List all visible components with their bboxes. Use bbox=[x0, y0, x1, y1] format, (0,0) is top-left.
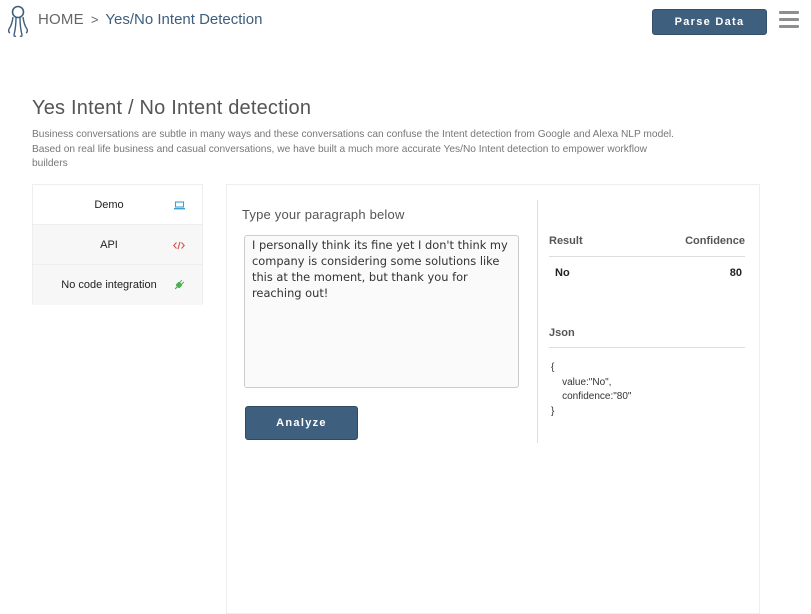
page-title: Yes Intent / No Intent detection bbox=[32, 97, 312, 119]
vertical-divider bbox=[537, 200, 538, 443]
result-table-row: No 80 bbox=[555, 267, 742, 279]
sidebar-item-label: API bbox=[100, 238, 118, 251]
breadcrumb-current: Yes/No Intent Detection bbox=[105, 11, 263, 28]
top-header: HOME > Yes/No Intent Detection Parse Dat… bbox=[0, 0, 811, 44]
paragraph-input[interactable]: I personally think its fine yet I don't … bbox=[244, 235, 519, 388]
sidebar-item-no-code-integration[interactable]: No code integration bbox=[33, 265, 202, 305]
hamburger-menu-icon[interactable] bbox=[779, 11, 799, 29]
result-column-header: Result bbox=[549, 235, 583, 247]
analyze-button[interactable]: Analyze bbox=[245, 406, 358, 440]
result-header-divider bbox=[549, 256, 745, 257]
sidebar-item-label: Demo bbox=[94, 198, 124, 211]
result-value: No bbox=[555, 267, 570, 279]
octopus-logo-icon[interactable] bbox=[7, 5, 29, 38]
paragraph-input-label: Type your paragraph below bbox=[242, 207, 405, 222]
sidebar-item-api[interactable]: API bbox=[33, 225, 202, 265]
json-divider bbox=[549, 347, 745, 348]
laptop-icon bbox=[172, 198, 186, 212]
json-section-label: Json bbox=[549, 327, 575, 339]
confidence-value: 80 bbox=[729, 267, 742, 279]
page-description: Business conversations are subtle in man… bbox=[32, 129, 674, 169]
sidebar-item-demo[interactable]: Demo bbox=[33, 185, 202, 225]
breadcrumb-home-link[interactable]: HOME bbox=[38, 11, 84, 28]
sidebar-item-label: No code integration bbox=[61, 279, 157, 291]
plug-icon bbox=[172, 278, 186, 292]
breadcrumb: HOME > Yes/No Intent Detection bbox=[38, 11, 262, 28]
breadcrumb-separator: > bbox=[90, 12, 99, 27]
sidebar: Demo API No code integration bbox=[32, 184, 203, 305]
json-output: { value:"No", confidence:"80" } bbox=[551, 362, 632, 417]
demo-panel: Type your paragraph below I personally t… bbox=[226, 184, 760, 614]
result-table-header: Result Confidence bbox=[549, 235, 745, 247]
confidence-column-header: Confidence bbox=[685, 235, 745, 247]
code-icon bbox=[172, 238, 186, 252]
parse-data-button[interactable]: Parse Data bbox=[652, 9, 767, 35]
